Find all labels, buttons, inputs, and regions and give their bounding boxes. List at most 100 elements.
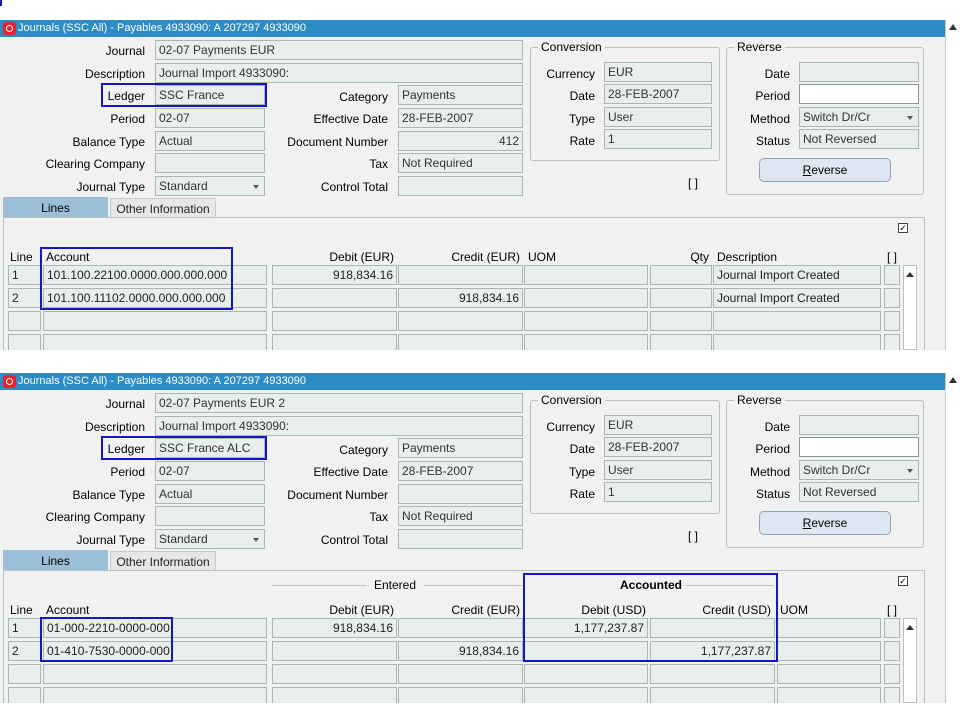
- effective-date-field[interactable]: 28-FEB-2007: [398, 461, 523, 481]
- tab-other-information[interactable]: Other Information: [110, 551, 216, 571]
- rate-field[interactable]: 1: [604, 129, 712, 149]
- table-row-3-qty[interactable]: [650, 311, 712, 331]
- table-row-4-flag[interactable]: [884, 334, 900, 350]
- table-row-1-uom[interactable]: [524, 265, 648, 285]
- status-field[interactable]: Not Reversed: [799, 482, 919, 502]
- reverse-date-field[interactable]: [799, 415, 919, 435]
- method-select[interactable]: Switch Dr/Cr: [799, 460, 919, 480]
- clearing-company-field[interactable]: [155, 506, 265, 526]
- ledger-field[interactable]: SSC France ALC: [155, 438, 265, 458]
- category-field[interactable]: Payments: [398, 85, 523, 105]
- scroll-up-arrow-icon[interactable]: [949, 377, 957, 383]
- balance-type-field[interactable]: Actual: [155, 131, 265, 151]
- category-field[interactable]: Payments: [398, 438, 523, 458]
- table-row-2-account[interactable]: 101.100.11102.0000.000.000.000: [43, 288, 267, 308]
- table-row-2-credit[interactable]: 918,834.16: [398, 641, 523, 661]
- description-field[interactable]: Journal Import 4933090:: [155, 416, 523, 436]
- tax-field[interactable]: Not Required: [398, 506, 523, 526]
- reverse-button[interactable]: Reverse: [759, 511, 891, 535]
- table-row-2-accounted-credit[interactable]: 1,177,237.87: [650, 641, 775, 661]
- table-row-2-account[interactable]: 01-410-7530-0000-000: [43, 641, 267, 661]
- table-row-4-uom[interactable]: [524, 334, 648, 350]
- table-row-4-line[interactable]: [8, 687, 41, 703]
- table-row-4-account[interactable]: [43, 687, 267, 703]
- scroll-up-arrow-icon[interactable]: [949, 24, 957, 30]
- table-row-2-uom[interactable]: [524, 288, 648, 308]
- clearing-company-field[interactable]: [155, 153, 265, 173]
- table-row-4-credit[interactable]: [398, 687, 523, 703]
- select-all-checkbox[interactable]: ✓: [898, 223, 908, 233]
- reverse-period-field[interactable]: [799, 84, 919, 104]
- conversion-type-field[interactable]: User: [604, 107, 712, 127]
- table-row-3-credit[interactable]: [398, 311, 523, 331]
- table-row-3-description[interactable]: [713, 311, 881, 331]
- method-select[interactable]: Switch Dr/Cr: [799, 107, 919, 127]
- period-field[interactable]: 02-07: [155, 108, 265, 128]
- conversion-type-field[interactable]: User: [604, 460, 712, 480]
- table-row-2-qty[interactable]: [650, 288, 712, 308]
- table-row-2-description[interactable]: Journal Import Created: [713, 288, 881, 308]
- balance-type-field[interactable]: Actual: [155, 484, 265, 504]
- table-row-1-debit[interactable]: 918,834.16: [272, 265, 397, 285]
- table-row-1-line[interactable]: 1: [8, 618, 41, 638]
- table-row-1-account[interactable]: 101.100.22100.0000.000.000.000: [43, 265, 267, 285]
- tax-field[interactable]: Not Required: [398, 153, 523, 173]
- table-row-3-uom[interactable]: [524, 311, 648, 331]
- table-row-2-debit[interactable]: [272, 641, 397, 661]
- table-row-4-line[interactable]: [8, 334, 41, 350]
- conversion-date-field[interactable]: 28-FEB-2007: [604, 437, 712, 457]
- table-row-2-debit[interactable]: [272, 288, 397, 308]
- effective-date-field[interactable]: 28-FEB-2007: [398, 108, 523, 128]
- table-row-3-account[interactable]: [43, 664, 267, 684]
- table-row-2-line[interactable]: 2: [8, 288, 41, 308]
- table-row-4-credit[interactable]: [398, 334, 523, 350]
- table-row-3-line[interactable]: [8, 664, 41, 684]
- document-number-field[interactable]: 412: [398, 131, 523, 151]
- lines-scrollbar[interactable]: [903, 618, 917, 703]
- table-row-3-flag[interactable]: [884, 664, 900, 684]
- ledger-field[interactable]: SSC France: [155, 85, 265, 105]
- table-row-3-accounted-credit[interactable]: [650, 664, 775, 684]
- table-row-1-account[interactable]: 01-000-2210-0000-000: [43, 618, 267, 638]
- table-row-3-debit[interactable]: [272, 664, 397, 684]
- currency-field[interactable]: EUR: [604, 415, 712, 435]
- table-row-1-credit[interactable]: [398, 265, 523, 285]
- table-row-3-account[interactable]: [43, 311, 267, 331]
- conversion-date-field[interactable]: 28-FEB-2007: [604, 84, 712, 104]
- journal-type-select[interactable]: Standard: [155, 529, 265, 549]
- tab-lines[interactable]: Lines: [3, 197, 108, 217]
- table-row-3-uom[interactable]: [777, 664, 881, 684]
- select-all-checkbox[interactable]: ✓: [898, 576, 908, 586]
- journal-field[interactable]: 02-07 Payments EUR 2: [155, 393, 523, 413]
- table-row-1-accounted-debit[interactable]: 1,177,237.87: [524, 618, 648, 638]
- table-row-4-flag[interactable]: [884, 687, 900, 703]
- table-row-3-credit[interactable]: [398, 664, 523, 684]
- reverse-button[interactable]: Reverse: [759, 158, 891, 182]
- reverse-date-field[interactable]: [799, 62, 919, 82]
- window-vertical-scrollbar[interactable]: [945, 373, 960, 703]
- table-row-2-line[interactable]: 2: [8, 641, 41, 661]
- control-total-field[interactable]: [398, 529, 523, 549]
- table-row-1-description[interactable]: Journal Import Created: [713, 265, 881, 285]
- status-field[interactable]: Not Reversed: [799, 129, 919, 149]
- table-row-2-flag[interactable]: [884, 288, 900, 308]
- table-row-4-uom[interactable]: [777, 687, 881, 703]
- period-field[interactable]: 02-07: [155, 461, 265, 481]
- description-field[interactable]: Journal Import 4933090:: [155, 63, 523, 83]
- table-row-1-uom[interactable]: [777, 618, 881, 638]
- table-row-4-accounted-credit[interactable]: [650, 687, 775, 703]
- control-total-field[interactable]: [398, 176, 523, 196]
- table-row-4-debit[interactable]: [272, 687, 397, 703]
- lines-scroll-up-icon[interactable]: [906, 625, 914, 630]
- tab-lines[interactable]: Lines: [3, 550, 108, 570]
- table-row-4-account[interactable]: [43, 334, 267, 350]
- table-row-3-flag[interactable]: [884, 311, 900, 331]
- tab-other-information[interactable]: Other Information: [110, 198, 216, 218]
- table-row-1-line[interactable]: 1: [8, 265, 41, 285]
- table-row-1-flag[interactable]: [884, 618, 900, 638]
- table-row-4-qty[interactable]: [650, 334, 712, 350]
- table-row-3-debit[interactable]: [272, 311, 397, 331]
- table-row-1-accounted-credit[interactable]: [650, 618, 775, 638]
- bracket-button[interactable]: [ ]: [688, 176, 698, 190]
- reverse-period-field[interactable]: [799, 437, 919, 457]
